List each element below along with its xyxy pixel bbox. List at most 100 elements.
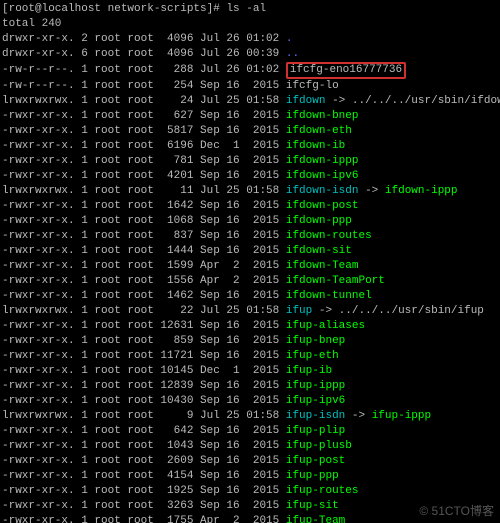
- file-name: ifdown-ppp: [286, 215, 352, 227]
- file-name: ifcfg-eno16777736: [286, 62, 406, 79]
- file-meta: -rwxr-xr-x. 1 root root 642 Sep 16 2015: [2, 425, 286, 437]
- listing-row: -rwxr-xr-x. 1 root root 837 Sep 16 2015 …: [2, 229, 498, 244]
- file-meta: -rwxr-xr-x. 1 root root 1925 Sep 16 2015: [2, 485, 286, 497]
- file-meta: -rwxr-xr-x. 1 root root 10430 Sep 16 201…: [2, 395, 286, 407]
- file-meta: -rwxr-xr-x. 1 root root 1556 Apr 2 2015: [2, 275, 286, 287]
- file-name: ifup-post: [286, 455, 345, 467]
- file-meta: -rwxr-xr-x. 1 root root 11721 Sep 16 201…: [2, 350, 286, 362]
- file-meta: -rwxr-xr-x. 1 root root 1043 Sep 16 2015: [2, 440, 286, 452]
- listing-row: -rwxr-xr-x. 1 root root 10145 Dec 1 2015…: [2, 364, 498, 379]
- listing-row: -rwxr-xr-x. 1 root root 6196 Dec 1 2015 …: [2, 139, 498, 154]
- listing-row: -rwxr-xr-x. 1 root root 642 Sep 16 2015 …: [2, 424, 498, 439]
- prompt: [root@localhost network-scripts]#: [2, 3, 226, 15]
- listing-row: -rwxr-xr-x. 1 root root 1043 Sep 16 2015…: [2, 439, 498, 454]
- file-meta: lrwxrwxrwx. 1 root root 9 Jul 25 01:58: [2, 410, 286, 422]
- command: ls -al: [226, 3, 266, 15]
- file-name: ifdown-tunnel: [286, 290, 372, 302]
- file-name: ifdown-Team: [286, 260, 359, 272]
- file-name: ifdown-ippp: [286, 155, 359, 167]
- file-name: ifdown-TeamPort: [286, 275, 385, 287]
- listing-row: -rwxr-xr-x. 1 root root 11721 Sep 16 201…: [2, 349, 498, 364]
- file-name: ifup-sit: [286, 500, 339, 512]
- listing-row: -rwxr-xr-x. 1 root root 859 Sep 16 2015 …: [2, 334, 498, 349]
- listing-row: drwxr-xr-x. 2 root root 4096 Jul 26 01:0…: [2, 32, 498, 47]
- listing-row: -rwxr-xr-x. 1 root root 4154 Sep 16 2015…: [2, 469, 498, 484]
- file-name: ifcfg-lo: [286, 80, 339, 92]
- file-name: ifup-aliases: [286, 320, 365, 332]
- symlink-target: ifup-ippp: [372, 410, 431, 422]
- listing-row: -rwxr-xr-x. 1 root root 12839 Sep 16 201…: [2, 379, 498, 394]
- listing-row: -rwxr-xr-x. 1 root root 1444 Sep 16 2015…: [2, 244, 498, 259]
- file-meta: -rwxr-xr-x. 1 root root 1462 Sep 16 2015: [2, 290, 286, 302]
- terminal[interactable]: [root@localhost network-scripts]# ls -al…: [0, 0, 500, 523]
- symlink-arrow: ->: [312, 305, 338, 317]
- listing-row: -rw-r--r--. 1 root root 288 Jul 26 01:02…: [2, 62, 498, 79]
- listing-row: lrwxrwxrwx. 1 root root 11 Jul 25 01:58 …: [2, 184, 498, 199]
- listing-row: -rwxr-xr-x. 1 root root 1925 Sep 16 2015…: [2, 484, 498, 499]
- file-meta: -rwxr-xr-x. 1 root root 627 Sep 16 2015: [2, 110, 286, 122]
- file-meta: lrwxrwxrwx. 1 root root 22 Jul 25 01:58: [2, 305, 286, 317]
- listing-row: -rwxr-xr-x. 1 root root 1556 Apr 2 2015 …: [2, 274, 498, 289]
- symlink-arrow: ->: [325, 95, 351, 107]
- symlink-target: ifdown-ippp: [385, 185, 458, 197]
- file-meta: -rwxr-xr-x. 1 root root 4154 Sep 16 2015: [2, 470, 286, 482]
- file-name: ifup-plip: [286, 425, 345, 437]
- file-meta: drwxr-xr-x. 6 root root 4096 Jul 26 00:3…: [2, 48, 286, 60]
- file-listing: drwxr-xr-x. 2 root root 4096 Jul 26 01:0…: [2, 32, 498, 523]
- file-meta: -rwxr-xr-x. 1 root root 2609 Sep 16 2015: [2, 455, 286, 467]
- listing-row: -rwxr-xr-x. 1 root root 781 Sep 16 2015 …: [2, 154, 498, 169]
- file-name: ifdown-ib: [286, 140, 345, 152]
- listing-row: -rwxr-xr-x. 1 root root 1599 Apr 2 2015 …: [2, 259, 498, 274]
- file-name: ifdown-eth: [286, 125, 352, 137]
- file-meta: -rwxr-xr-x. 1 root root 12839 Sep 16 201…: [2, 380, 286, 392]
- file-meta: -rwxr-xr-x. 1 root root 12631 Sep 16 201…: [2, 320, 286, 332]
- file-name: ifup-ib: [286, 365, 332, 377]
- file-name: ifup-plusb: [286, 440, 352, 452]
- file-name: ifup-eth: [286, 350, 339, 362]
- file-meta: -rw-r--r--. 1 root root 254 Sep 16 2015: [2, 80, 286, 92]
- file-meta: -rwxr-xr-x. 1 root root 781 Sep 16 2015: [2, 155, 286, 167]
- listing-row: -rwxr-xr-x. 1 root root 2609 Sep 16 2015…: [2, 454, 498, 469]
- file-name: ifdown: [286, 95, 326, 107]
- listing-row: -rwxr-xr-x. 1 root root 1462 Sep 16 2015…: [2, 289, 498, 304]
- file-meta: -rwxr-xr-x. 1 root root 6196 Dec 1 2015: [2, 140, 286, 152]
- file-name: ifdown-bnep: [286, 110, 359, 122]
- file-name: ..: [286, 48, 299, 60]
- file-name: ifdown-ipv6: [286, 170, 359, 182]
- file-meta: -rwxr-xr-x. 1 root root 859 Sep 16 2015: [2, 335, 286, 347]
- symlink-arrow: ->: [345, 410, 371, 422]
- file-name: ifup-Team: [286, 515, 345, 523]
- file-name: .: [286, 33, 293, 45]
- prompt-line: [root@localhost network-scripts]# ls -al: [2, 2, 498, 17]
- listing-row: lrwxrwxrwx. 1 root root 24 Jul 25 01:58 …: [2, 94, 498, 109]
- listing-row: -rwxr-xr-x. 1 root root 4201 Sep 16 2015…: [2, 169, 498, 184]
- file-name: ifup-routes: [286, 485, 359, 497]
- total-line: total 240: [2, 17, 498, 32]
- listing-row: -rwxr-xr-x. 1 root root 10430 Sep 16 201…: [2, 394, 498, 409]
- file-meta: -rwxr-xr-x. 1 root root 837 Sep 16 2015: [2, 230, 286, 242]
- symlink-target: ../../../usr/sbin/ifup: [339, 305, 484, 317]
- file-meta: -rwxr-xr-x. 1 root root 1068 Sep 16 2015: [2, 215, 286, 227]
- file-meta: -rwxr-xr-x. 1 root root 1642 Sep 16 2015: [2, 200, 286, 212]
- file-meta: lrwxrwxrwx. 1 root root 24 Jul 25 01:58: [2, 95, 286, 107]
- listing-row: drwxr-xr-x. 6 root root 4096 Jul 26 00:3…: [2, 47, 498, 62]
- file-meta: -rwxr-xr-x. 1 root root 4201 Sep 16 2015: [2, 170, 286, 182]
- file-name: ifup: [286, 305, 312, 317]
- listing-row: lrwxrwxrwx. 1 root root 9 Jul 25 01:58 i…: [2, 409, 498, 424]
- file-name: ifup-bnep: [286, 335, 345, 347]
- listing-row: -rwxr-xr-x. 1 root root 12631 Sep 16 201…: [2, 319, 498, 334]
- file-meta: -rwxr-xr-x. 1 root root 10145 Dec 1 2015: [2, 365, 286, 377]
- listing-row: -rwxr-xr-x. 1 root root 5817 Sep 16 2015…: [2, 124, 498, 139]
- file-meta: -rwxr-xr-x. 1 root root 1755 Apr 2 2015: [2, 515, 286, 523]
- listing-row: -rw-r--r--. 1 root root 254 Sep 16 2015 …: [2, 79, 498, 94]
- file-name: ifup-ippp: [286, 380, 345, 392]
- file-name: ifdown-routes: [286, 230, 372, 242]
- file-name: ifdown-sit: [286, 245, 352, 257]
- file-meta: -rwxr-xr-x. 1 root root 1599 Apr 2 2015: [2, 260, 286, 272]
- symlink-target: ../../../usr/sbin/ifdown: [352, 95, 500, 107]
- file-meta: drwxr-xr-x. 2 root root 4096 Jul 26 01:0…: [2, 33, 286, 45]
- file-name: ifup-ipv6: [286, 395, 345, 407]
- listing-row: -rwxr-xr-x. 1 root root 627 Sep 16 2015 …: [2, 109, 498, 124]
- listing-row: -rwxr-xr-x. 1 root root 1642 Sep 16 2015…: [2, 199, 498, 214]
- file-name: ifdown-post: [286, 200, 359, 212]
